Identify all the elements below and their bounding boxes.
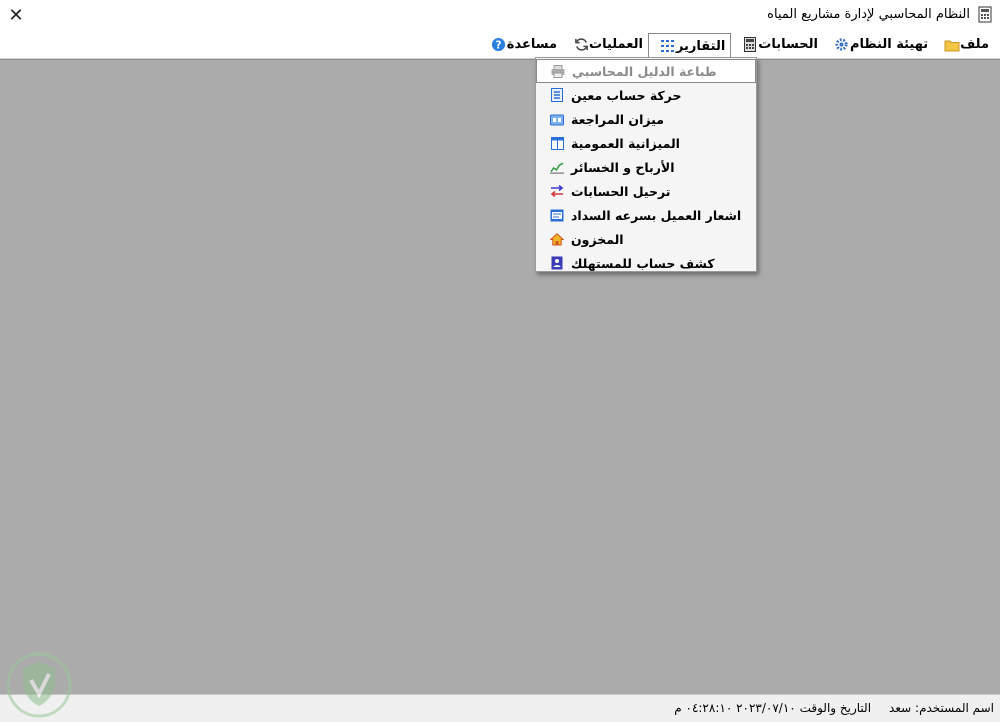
close-button[interactable]: ✕ [4,4,28,26]
status-datetime: التاريخ والوقت ٢٠٢٣/٠٧/١٠ ٠٤:٢٨:١٠ م [674,701,871,715]
refresh-icon [573,37,589,53]
menu-item-label: الميزانية العمومية [571,135,680,151]
printer-icon [551,64,565,78]
user-label: اسم المستخدم: [915,701,994,715]
menu-file[interactable]: ملف [933,33,994,56]
menu-item-label: ترحيل الحسابات [571,183,671,199]
menu-item-customer-payment-notice[interactable]: اشعار العميل بسرعه السداد [536,203,756,227]
notice-icon [550,208,564,222]
watermark-shield-icon [6,652,72,718]
menu-item-label: كشف حساب للمستهلك [571,255,715,271]
menu-item-account-movement[interactable]: حركة حساب معين [536,83,756,107]
help-icon: ? [491,37,507,53]
calculator-icon [742,37,758,53]
menu-accounts[interactable]: الحسابات [731,33,823,56]
folder-icon [944,37,960,53]
menu-help-label: مساعدة [506,37,557,52]
menu-system-setup-label: تهيئة النظام [849,37,929,52]
menu-item-post-accounts[interactable]: ترحيل الحسابات [536,179,756,203]
status-bar: اسم المستخدم: سعد التاريخ والوقت ٢٠٢٣/٠٧… [0,694,1000,722]
menu-item-label: حركة حساب معين [571,87,682,103]
menu-reports[interactable]: التقارير [647,33,732,58]
app-icon [978,6,992,23]
menu-item-balance-sheet[interactable]: الميزانية العمومية [536,131,756,155]
gear-icon [834,37,850,53]
datetime-value: ٢٠٢٣/٠٧/١٠ ٠٤:٢٨:١٠ م [674,701,796,715]
title-bar: ✕ النظام المحاسبي لإدارة مشاريع المياه [0,0,1000,31]
balance-icon [550,112,564,126]
workspace-area [0,59,1000,694]
menu-item-label: طباعة الدليل المحاسبي [572,63,717,79]
menu-help[interactable]: ? مساعدة [480,33,562,56]
menu-accounts-label: الحسابات [758,37,818,52]
menu-reports-label: التقارير [675,38,726,54]
ledger-icon [550,88,564,102]
menu-file-label: ملف [960,37,989,52]
report-grid-icon [660,38,676,54]
home-icon [550,232,564,246]
menu-item-label: المخزون [571,231,624,247]
menu-operations-label: العمليات [589,37,643,52]
menu-item-profit-loss[interactable]: الأرباح و الخسائر [536,155,756,179]
consumer-icon [550,256,564,270]
menu-item-trial-balance[interactable]: ميزان المراجعة [536,107,756,131]
transfer-arrows-icon [550,184,564,198]
menu-item-consumer-statement[interactable]: كشف حساب للمستهلك [536,251,756,275]
status-user: اسم المستخدم: سعد [889,701,994,715]
menu-operations[interactable]: العمليات [562,33,648,56]
menu-item-label: اشعار العميل بسرعه السداد [571,207,742,223]
datetime-label: التاريخ والوقت [799,701,872,715]
close-icon: ✕ [8,4,24,26]
menu-item-label: الأرباح و الخسائر [571,159,675,175]
menu-bar: ملف تهيئة النظام الحسابات التقارير العمل… [0,31,1000,59]
window-title: النظام المحاسبي لإدارة مشاريع المياه [767,7,970,22]
menu-item-label: ميزان المراجعة [571,111,664,127]
chart-icon [550,160,564,174]
svg-text:?: ? [496,39,502,51]
sheet-icon [550,136,564,150]
user-name: سعد [889,701,912,715]
reports-dropdown: طباعة الدليل المحاسبي حركة حساب معين ميز… [535,57,757,272]
menu-item-inventory[interactable]: المخزون [536,227,756,251]
menu-system-setup[interactable]: تهيئة النظام [823,33,933,56]
menu-item-print-chart-of-accounts[interactable]: طباعة الدليل المحاسبي [536,59,756,83]
